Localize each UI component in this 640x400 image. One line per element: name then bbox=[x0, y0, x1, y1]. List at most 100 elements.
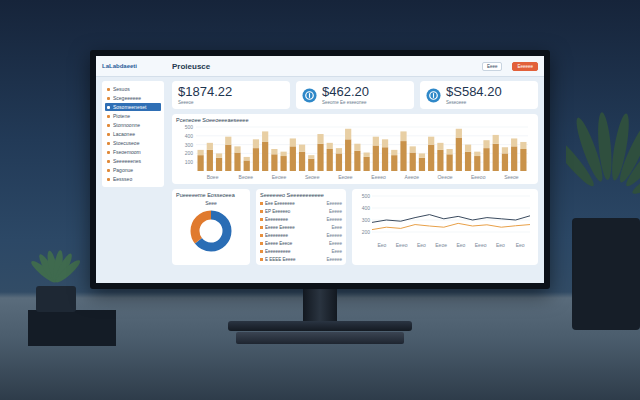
bar bbox=[520, 142, 526, 171]
row-icon bbox=[260, 234, 263, 237]
plant-icon bbox=[566, 86, 640, 336]
coin-icon bbox=[302, 88, 317, 103]
donut-panel: Pueeeeeme EosseoeeaSeee bbox=[172, 189, 250, 265]
axis-label: Eeoee bbox=[272, 174, 287, 180]
axis-label: Oeeoe bbox=[437, 174, 452, 180]
row-icon bbox=[260, 250, 263, 253]
sidebar-item[interactable]: Eessseo bbox=[105, 175, 161, 183]
axis-label: Eeo bbox=[496, 242, 505, 248]
stat-caption: Seseoeee bbox=[446, 100, 502, 105]
row-icon bbox=[260, 218, 263, 221]
donut-segment bbox=[195, 215, 227, 247]
bar bbox=[391, 150, 397, 171]
axis-label: Eeo bbox=[456, 242, 465, 248]
bar bbox=[428, 137, 434, 171]
axis-label: Seeoe bbox=[504, 174, 519, 180]
axis-tick: 400 bbox=[362, 205, 371, 211]
sidebar-item[interactable]: Sesuos bbox=[105, 85, 161, 93]
menu-icon bbox=[107, 142, 110, 145]
bar bbox=[225, 137, 231, 171]
header-button[interactable]: Eeee bbox=[482, 62, 503, 71]
bar bbox=[216, 153, 222, 171]
axis-label: Eeoee bbox=[338, 174, 353, 180]
bar bbox=[354, 144, 360, 171]
table-row[interactable]: EP EeeeeeoEeeee bbox=[260, 208, 342, 214]
sidebar-item[interactable]: Stoecuseoe bbox=[105, 139, 161, 147]
dashboard: LaLabdaeetiProieusceEeeeEeeeeeSesuosSceg… bbox=[96, 56, 544, 283]
table-row[interactable]: Eeeee EeeoeEeeee bbox=[260, 240, 342, 246]
axis-tick: 300 bbox=[362, 217, 371, 223]
axis-label: Eeoe bbox=[435, 242, 447, 248]
scene: LaLabdaeetiProieusceEeeeEeeeeeSesuosSceg… bbox=[0, 0, 640, 400]
bar bbox=[327, 143, 333, 171]
sidebar-item[interactable]: Lacaonee bbox=[105, 130, 161, 138]
axis-label: Boee bbox=[207, 174, 219, 180]
donut-segment bbox=[195, 215, 227, 247]
monitor: LaLabdaeetiProieusceEeeeEeeeeeSesuosSceg… bbox=[90, 50, 550, 289]
bar bbox=[373, 137, 379, 171]
table-row[interactable]: EeeeeeeeeeEeee bbox=[260, 248, 342, 254]
table-row[interactable]: EeeeeeeeeEeeeee bbox=[260, 232, 342, 238]
stats-row: $1874.22Seeeoe$462.20Seeome Ee eseeonee$… bbox=[172, 81, 538, 109]
row-icon bbox=[260, 258, 263, 261]
sidebar-item[interactable]: Stonnoonne bbox=[105, 121, 161, 129]
monitor-base bbox=[228, 321, 412, 331]
menu-icon bbox=[107, 169, 110, 172]
stat-caption: Seeeoe bbox=[178, 100, 232, 105]
axis-label: Seoee bbox=[305, 174, 320, 180]
panel-title: Pceneoee Soeeoeeeaeseeee bbox=[176, 117, 534, 123]
stat-value: $462.20 bbox=[322, 85, 369, 99]
coin-icon bbox=[426, 88, 441, 103]
bar bbox=[207, 143, 213, 171]
stat-card: $1874.22Seeeoe bbox=[172, 81, 290, 109]
table-row[interactable]: EeeeeeeeeEeeeee bbox=[260, 216, 342, 222]
bar bbox=[299, 145, 305, 171]
table-row[interactable]: Eeeee EeeeeeEeee bbox=[260, 224, 342, 230]
table-row[interactable]: Eee EeeeeeeeEeeeee bbox=[260, 200, 342, 206]
bar-chart: 500400300200100BoeeBeoeeEeoeeSeoeeEeoeeE… bbox=[176, 125, 532, 181]
axis-tick: 500 bbox=[185, 125, 194, 130]
bar bbox=[198, 150, 204, 171]
sidebar-item[interactable]: Fseoemoom bbox=[105, 148, 161, 156]
menu-icon bbox=[107, 133, 110, 136]
axis-tick: 200 bbox=[362, 229, 371, 235]
header-button[interactable]: Eeeeee bbox=[512, 62, 538, 71]
bar bbox=[474, 152, 480, 171]
donut-chart bbox=[187, 207, 235, 255]
stat-card: $462.20Seeome Ee eseeonee bbox=[296, 81, 414, 109]
bar bbox=[244, 157, 250, 171]
bar bbox=[290, 138, 296, 171]
row-icon bbox=[260, 242, 263, 245]
bar bbox=[281, 152, 287, 171]
stat-value: $1874.22 bbox=[178, 85, 232, 99]
menu-icon bbox=[107, 178, 110, 181]
sidebar-item[interactable]: Seeeeeenes bbox=[105, 157, 161, 165]
row-icon bbox=[260, 210, 263, 213]
sidebar-item[interactable]: Scegeeeeee bbox=[105, 94, 161, 102]
menu-icon bbox=[107, 115, 110, 118]
axis-label: Eeo bbox=[417, 242, 426, 248]
bar bbox=[400, 131, 406, 171]
bar bbox=[483, 140, 489, 171]
sidebar-item[interactable]: Sosomeeneset bbox=[105, 103, 161, 111]
bar bbox=[502, 147, 508, 171]
menu-icon bbox=[107, 88, 110, 91]
line-chart: 500400300200EeoEeeoEeoEeoeEeoEeeoEeoEeo bbox=[356, 192, 534, 250]
bar bbox=[364, 153, 370, 171]
donut-caption: Seee bbox=[205, 200, 217, 206]
bar bbox=[253, 139, 259, 171]
menu-icon bbox=[107, 97, 110, 100]
sidebar-item[interactable]: Pagonue bbox=[105, 166, 161, 174]
bar bbox=[447, 149, 453, 171]
bar bbox=[437, 143, 443, 171]
bar bbox=[493, 135, 499, 171]
logo[interactable]: LaLabdaeeti bbox=[102, 63, 162, 69]
line-series bbox=[372, 215, 530, 223]
table-panel: Seeeeeeo SeeeeeeeeeeeEee EeeeeeeeEeeeeeE… bbox=[256, 189, 346, 265]
bar bbox=[410, 146, 416, 171]
table-row[interactable]: E EEEE EeeeeEeeeee bbox=[260, 256, 342, 262]
sidebar-item[interactable]: Piotene bbox=[105, 112, 161, 120]
axis-label: Eeeo bbox=[475, 242, 487, 248]
axis-label: Eeeeo bbox=[371, 174, 386, 180]
bar-chart-panel: Pceneoee Soeeoeeeaeseeee500400300200100B… bbox=[172, 114, 538, 184]
